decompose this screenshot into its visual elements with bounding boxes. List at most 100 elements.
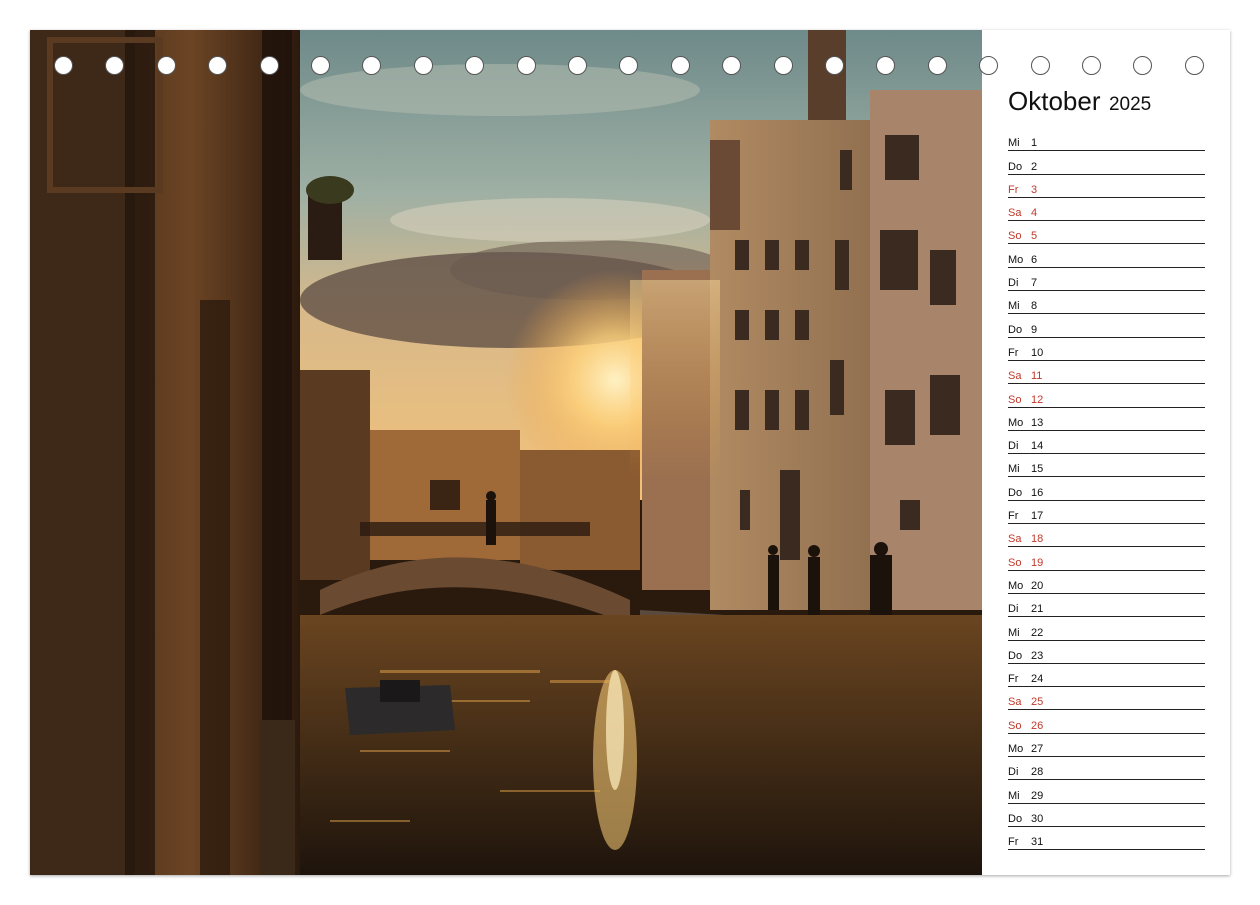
day-row: Fr 3 xyxy=(1008,175,1205,198)
day-row: Di 28 xyxy=(1008,757,1205,781)
day-list: Mi 1 Do 2 Fr 3 Sa 4 So 5 Mo 6 Di 7 Mi 8 Do 9 Fr 10 Sa 11 So 12 M… xyxy=(1008,128,1205,851)
day-number: 24 xyxy=(1031,673,1044,686)
day-weekday: Mi xyxy=(1008,789,1020,802)
day-number: 1 xyxy=(1031,137,1038,150)
day-weekday: So xyxy=(1008,719,1022,732)
day-number: 16 xyxy=(1031,486,1044,499)
day-weekday: Di xyxy=(1008,603,1019,616)
day-number: 9 xyxy=(1031,323,1038,336)
day-row: Mi 29 xyxy=(1008,780,1205,804)
venice-canal-photo xyxy=(30,30,982,875)
day-number: 13 xyxy=(1031,416,1044,429)
day-weekday: Fr xyxy=(1008,510,1019,523)
day-number: 21 xyxy=(1031,603,1044,616)
day-row: Do 16 xyxy=(1008,477,1205,501)
day-weekday: Mo xyxy=(1008,416,1024,429)
day-row: So 5 xyxy=(1008,221,1205,245)
day-row: Do 2 xyxy=(1008,151,1205,175)
day-weekday: Do xyxy=(1008,486,1023,499)
day-number: 7 xyxy=(1031,277,1038,290)
day-weekday: Fr xyxy=(1008,346,1019,359)
day-number: 18 xyxy=(1031,533,1044,546)
day-row: Mo 13 xyxy=(1008,408,1205,431)
day-weekday: Di xyxy=(1008,277,1019,290)
day-number: 20 xyxy=(1031,579,1044,592)
day-number: 19 xyxy=(1031,556,1044,569)
day-number: 8 xyxy=(1031,300,1038,313)
day-row: So 12 xyxy=(1008,384,1205,408)
day-row: Sa 4 xyxy=(1008,198,1205,222)
day-number: 31 xyxy=(1031,836,1044,849)
day-row: Di 21 xyxy=(1008,594,1205,618)
day-row: So 26 xyxy=(1008,710,1205,734)
day-row: Mi 1 xyxy=(1008,128,1205,152)
day-number: 27 xyxy=(1031,743,1044,756)
day-number: 28 xyxy=(1031,766,1044,779)
day-row: Mo 20 xyxy=(1008,571,1205,594)
day-number: 14 xyxy=(1031,440,1044,453)
day-row: Do 9 xyxy=(1008,314,1205,338)
day-weekday: Mi xyxy=(1008,626,1020,639)
day-number: 23 xyxy=(1031,649,1044,662)
day-row: Do 23 xyxy=(1008,641,1205,664)
day-weekday: So xyxy=(1008,393,1022,406)
day-row: So 19 xyxy=(1008,547,1205,571)
day-number: 12 xyxy=(1031,393,1044,406)
month-title: Oktober 2025 xyxy=(1008,86,1151,117)
day-weekday: Mo xyxy=(1008,253,1024,266)
day-row: Di 14 xyxy=(1008,431,1205,455)
day-row: Fr 10 xyxy=(1008,338,1205,361)
day-row: Mi 8 xyxy=(1008,291,1205,315)
day-number: 10 xyxy=(1031,346,1044,359)
day-number: 30 xyxy=(1031,812,1044,825)
month-name: Oktober xyxy=(1008,86,1101,116)
day-number: 15 xyxy=(1031,463,1044,476)
day-weekday: Mo xyxy=(1008,579,1024,592)
day-number: 25 xyxy=(1031,696,1044,709)
day-weekday: Mi xyxy=(1008,137,1020,150)
day-number: 11 xyxy=(1031,370,1043,383)
day-row: Sa 25 xyxy=(1008,687,1205,711)
day-weekday: Do xyxy=(1008,812,1023,825)
calendar-panel: Oktober 2025 Mi 1 Do 2 Fr 3 Sa 4 So 5 Mo 6 Di 7 Mi 8 Do 9… xyxy=(982,30,1230,875)
day-weekday: Fr xyxy=(1008,183,1019,196)
day-weekday: Sa xyxy=(1008,533,1022,546)
day-weekday: Sa xyxy=(1008,370,1022,383)
day-number: 29 xyxy=(1031,789,1044,802)
day-weekday: Do xyxy=(1008,649,1023,662)
day-weekday: Sa xyxy=(1008,696,1022,709)
day-row: Mi 22 xyxy=(1008,617,1205,641)
day-row: Mi 15 xyxy=(1008,454,1205,478)
day-weekday: Sa xyxy=(1008,207,1022,220)
day-number: 17 xyxy=(1031,510,1044,523)
day-row: Mo 6 xyxy=(1008,244,1205,268)
day-weekday: Di xyxy=(1008,766,1019,779)
day-number: 6 xyxy=(1031,253,1038,266)
day-weekday: Do xyxy=(1008,323,1023,336)
day-number: 2 xyxy=(1031,160,1038,173)
day-number: 5 xyxy=(1031,230,1038,243)
month-year: 2025 xyxy=(1108,94,1152,115)
day-weekday: Di xyxy=(1008,440,1019,453)
day-weekday: Fr xyxy=(1008,673,1019,686)
day-row: Do 30 xyxy=(1008,804,1205,827)
day-row: Sa 11 xyxy=(1008,361,1205,385)
day-number: 4 xyxy=(1031,207,1038,220)
day-number: 3 xyxy=(1031,183,1038,196)
day-weekday: So xyxy=(1008,556,1022,569)
day-row: Fr 17 xyxy=(1008,501,1205,525)
calendar-page: Oktober 2025 Mi 1 Do 2 Fr 3 Sa 4 So 5 Mo 6 Di 7 Mi 8 Do 9… xyxy=(30,30,1230,875)
day-weekday: Mi xyxy=(1008,463,1020,476)
day-weekday: Fr xyxy=(1008,836,1019,849)
day-row: Sa 18 xyxy=(1008,524,1205,548)
day-row: Mo 27 xyxy=(1008,734,1205,758)
day-row: Fr 24 xyxy=(1008,664,1205,688)
day-weekday: Mi xyxy=(1008,300,1020,313)
day-weekday: Do xyxy=(1008,160,1023,173)
day-weekday: Mo xyxy=(1008,743,1024,756)
day-row: Di 7 xyxy=(1008,268,1205,292)
day-row: Fr 31 xyxy=(1008,827,1205,851)
day-number: 22 xyxy=(1031,626,1044,639)
day-number: 26 xyxy=(1031,719,1044,732)
day-weekday: So xyxy=(1008,230,1022,243)
